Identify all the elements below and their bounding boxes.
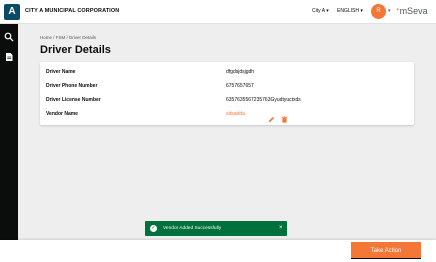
take-action-button[interactable]: Take Action — [351, 242, 421, 259]
chevron-down-icon: ▾ — [326, 8, 329, 14]
detail-value: 6357635567235763Gyudtyuctxds — [226, 97, 301, 103]
toast-message: Vendor Added Successfully — [163, 226, 222, 231]
detail-value: 6757657657 — [226, 83, 254, 89]
edit-icon[interactable] — [268, 110, 275, 123]
detail-value: dfgdsjdsjgdh — [226, 69, 255, 75]
detail-row-vendor-name: Vendor Name sdsadda — [46, 107, 408, 123]
city-dropdown-label: City A — [312, 8, 325, 14]
avatar-chevron-down-icon[interactable]: ▾ — [388, 8, 391, 14]
detail-row-driver-name: Driver Name dfgdsjdsjgdh — [46, 65, 408, 79]
detail-row-driver-phone: Driver Phone Number 6757657657 — [46, 79, 408, 93]
top-bar: A CITY A MUNICIPAL CORPORATION City A ▾ … — [0, 0, 436, 24]
search-icon[interactable] — [4, 29, 14, 42]
detail-label: Vendor Name — [46, 111, 78, 117]
page-title: Driver Details — [40, 44, 111, 56]
corporation-name: CITY A MUNICIPAL CORPORATION — [25, 8, 120, 14]
check-circle-icon: ✓ — [150, 225, 157, 232]
user-avatar[interactable]: R — [371, 4, 386, 19]
chevron-down-icon: ▾ — [360, 8, 363, 14]
mseva-brand: ᐩmSeva — [396, 6, 428, 17]
detail-label: Driver License Number — [46, 97, 101, 103]
breadcrumb[interactable]: Home / FSM / Driver Details — [40, 35, 96, 40]
detail-row-driver-license: Driver License Number 6357635567235763Gy… — [46, 93, 408, 107]
vendor-name-link[interactable]: sdsadda — [226, 111, 245, 117]
mseva-brand-label: mSeva — [399, 6, 428, 16]
city-dropdown[interactable]: City A ▾ — [312, 8, 329, 14]
close-icon[interactable]: × — [279, 225, 283, 231]
driver-details-card: Driver Name dfgdsjdsjgdh Driver Phone Nu… — [40, 62, 414, 125]
success-toast: ✓ Vendor Added Successfully × — [145, 221, 287, 236]
sidebar — [0, 24, 18, 240]
language-dropdown[interactable]: ENGLISH ▾ — [337, 8, 363, 14]
delete-icon[interactable] — [281, 110, 288, 123]
action-bar: Take Action — [0, 240, 436, 262]
main-content: Home / FSM / Driver Details Driver Detai… — [18, 24, 436, 240]
detail-label: Driver Phone Number — [46, 83, 98, 89]
detail-label: Driver Name — [46, 69, 76, 75]
language-dropdown-label: ENGLISH — [337, 8, 359, 14]
document-icon[interactable] — [4, 49, 14, 61]
city-logo: A — [4, 4, 20, 20]
